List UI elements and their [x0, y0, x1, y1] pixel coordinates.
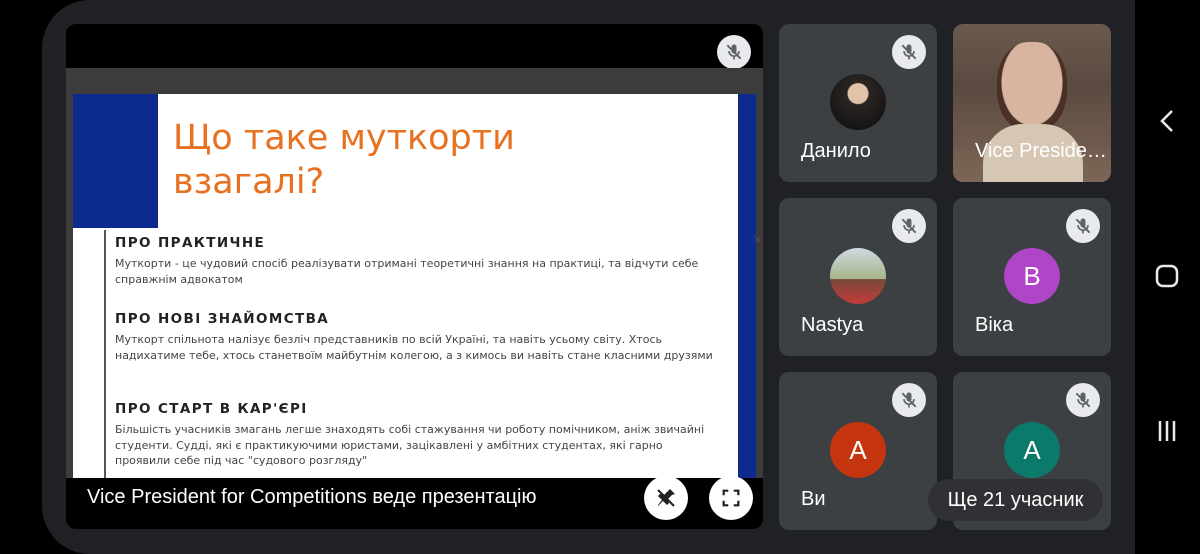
mic-off-icon: [1066, 209, 1100, 243]
fullscreen-icon: [722, 489, 740, 507]
presenter-caption: Vice President for Competitions веде пре…: [87, 486, 537, 508]
participant-name: Nastya: [801, 314, 864, 336]
mic-off-icon: [717, 35, 751, 69]
participant-name: Vice Preside…: [975, 140, 1107, 162]
section-heading: ПРО ПРАКТИЧНЕ: [115, 235, 266, 251]
presentation-slide: ⇲ Що таке муткорти взагалі? ПРО ПРАКТИЧН…: [73, 94, 761, 478]
section-text: Муткорти - це чудовий спосіб реалізувати…: [115, 257, 699, 286]
participant-video-tile[interactable]: Vice Preside…: [953, 24, 1111, 182]
participant-name: Данило: [801, 140, 871, 162]
participant-tile[interactable]: A Ви: [779, 372, 937, 530]
mic-off-icon: [1066, 383, 1100, 417]
participant-video: [997, 42, 1067, 132]
recents-icon[interactable]: [1155, 419, 1179, 443]
avatar: B: [1004, 248, 1060, 304]
section-heading: ПРО СТАРТ В КАР'ЄРІ: [115, 401, 308, 417]
mic-off-icon: [892, 383, 926, 417]
avatar: [830, 248, 886, 304]
slide-blue-bar: [738, 94, 756, 478]
avatar: A: [1004, 422, 1060, 478]
avatar: [830, 74, 886, 130]
participant-tile[interactable]: Данило: [779, 24, 937, 182]
pointer-icon: ⇲: [753, 234, 761, 244]
mic-off-icon: [892, 35, 926, 69]
mic-off-icon: [892, 209, 926, 243]
back-icon[interactable]: [1157, 108, 1177, 134]
participant-name: Ви: [801, 488, 826, 510]
phone-frame: ⇲ Що таке муткорти взагалі? ПРО ПРАКТИЧН…: [0, 0, 1200, 554]
unpin-icon: [657, 489, 675, 507]
fullscreen-button[interactable]: [709, 476, 753, 520]
section-heading: ПРО НОВІ ЗНАЙОМСТВА: [115, 311, 330, 327]
slide-divider: [104, 230, 106, 478]
participant-name: Віка: [975, 314, 1014, 336]
avatar: A: [830, 422, 886, 478]
slide-title: Що таке муткорти взагалі?: [173, 118, 515, 202]
more-participants-button[interactable]: Ще 21 учасник: [928, 479, 1103, 521]
participant-tile[interactable]: B Віка: [953, 198, 1111, 356]
unpin-button[interactable]: [644, 476, 688, 520]
presentation-tile[interactable]: ⇲ Що таке муткорти взагалі? ПРО ПРАКТИЧН…: [66, 24, 763, 529]
section-text: Муткорт спільнота налізує безліч предста…: [115, 333, 713, 362]
android-nav-bar: [1135, 0, 1200, 554]
participant-tile[interactable]: Nastya: [779, 198, 937, 356]
home-icon[interactable]: [1154, 263, 1180, 289]
slide-blue-block: [73, 94, 158, 228]
section-text: Більшість учасників змагань легше знаход…: [115, 423, 705, 467]
